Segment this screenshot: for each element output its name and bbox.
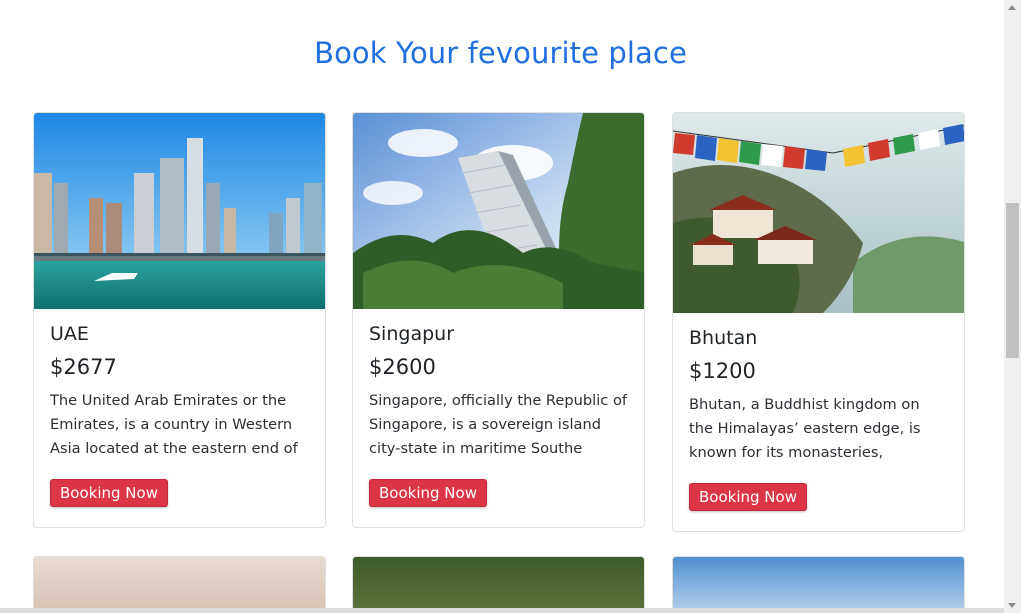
destination-card-next-1 xyxy=(33,556,326,613)
booking-now-button[interactable]: Booking Now xyxy=(369,479,487,507)
destination-card-bhutan: Bhutan $1200 Bhutan, a Buddhist kingdom … xyxy=(672,112,965,532)
page: Book Your fevourite place UAE $2677 The … xyxy=(0,0,1004,613)
scroll-down-arrow-icon[interactable] xyxy=(1008,603,1016,608)
card-body: Bhutan $1200 Bhutan, a Buddhist kingdom … xyxy=(673,313,964,527)
vertical-scrollbar[interactable] xyxy=(1004,0,1021,613)
destination-card-next-2 xyxy=(352,556,645,613)
card-body: UAE $2677 The United Arab Emirates or th… xyxy=(34,309,325,523)
booking-now-button[interactable]: Booking Now xyxy=(50,479,168,507)
destination-card-singapur: Singapur $2600 Singapore, officially the… xyxy=(352,112,645,528)
scrollbar-thumb[interactable] xyxy=(1006,203,1019,358)
singapur-image xyxy=(353,113,644,309)
destination-price: $2600 xyxy=(369,355,436,379)
bhutan-monastery-image xyxy=(673,113,964,313)
horizontal-scrollbar[interactable] xyxy=(0,608,1004,613)
page-title: Book Your fevourite place xyxy=(314,36,687,70)
destination-image xyxy=(673,557,964,613)
destination-card-next-3 xyxy=(672,556,965,613)
destination-name: Singapur xyxy=(369,323,454,345)
destination-image xyxy=(34,557,325,613)
uae-skyline-image xyxy=(34,113,325,309)
destination-description: Singapore, officially the Republic of Si… xyxy=(369,392,628,457)
destination-description: The United Arab Emirates or the Emirates… xyxy=(50,392,298,457)
destination-name: UAE xyxy=(50,323,89,345)
singapur-tower-image xyxy=(353,113,644,309)
destination-price: $1200 xyxy=(689,359,756,383)
destination-name: Bhutan xyxy=(689,327,758,349)
card-body: Singapur $2600 Singapore, officially the… xyxy=(353,309,644,523)
destination-image xyxy=(353,557,644,613)
booking-now-button[interactable]: Booking Now xyxy=(689,483,807,511)
destination-description: Bhutan, a Buddhist kingdom on the Himala… xyxy=(689,396,921,461)
destination-price: $2677 xyxy=(50,355,117,379)
bhutan-image xyxy=(673,113,964,313)
uae-image xyxy=(34,113,325,309)
scroll-up-arrow-icon[interactable] xyxy=(1008,5,1016,10)
destination-card-uae: UAE $2677 The United Arab Emirates or th… xyxy=(33,112,326,528)
